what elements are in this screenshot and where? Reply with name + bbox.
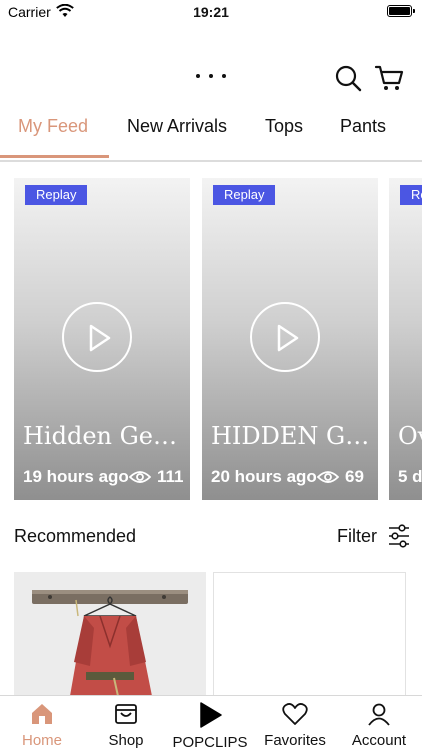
video-title: Hidden Gem... (23, 422, 190, 450)
heart-icon (282, 702, 308, 731)
eye-icon (128, 469, 152, 490)
nav-account[interactable]: Account (346, 696, 412, 750)
tabs-divider (0, 160, 422, 162)
nav-shop[interactable]: Shop (96, 696, 156, 750)
video-card[interactable]: Re Ov 5 d (389, 178, 422, 500)
filter-sliders-icon[interactable] (388, 524, 410, 553)
product-card[interactable] (213, 572, 406, 696)
nav-popclips-label: POPCLIPS (172, 734, 248, 750)
nav-account-label: Account (351, 732, 407, 749)
nav-home-label: Home (21, 732, 62, 749)
nav-popclips[interactable]: POPCLIPS (172, 696, 248, 750)
tab-pants[interactable]: Pants (340, 116, 386, 137)
nav-home[interactable]: Home (12, 696, 72, 750)
recommended-heading: Recommended (14, 526, 137, 546)
status-bar: Carrier 19:21 (0, 0, 422, 26)
product-image (14, 572, 206, 696)
video-time-ago: 20 hours ago (211, 467, 317, 486)
video-card[interactable]: Replay Hidden Gem... 19 hours ago 111 (14, 178, 190, 500)
bottom-navigation: Home Shop POPCLIPS Favorites Account (0, 695, 422, 750)
nav-shop-label: Shop (108, 732, 144, 749)
search-icon[interactable] (334, 64, 362, 92)
replay-badge: Re (400, 185, 422, 205)
play-icon[interactable] (250, 302, 320, 372)
home-icon (30, 702, 54, 731)
video-time-ago: 19 hours ago (23, 467, 129, 486)
play-icon[interactable] (62, 302, 132, 372)
video-title: HIDDEN GE... (211, 422, 378, 450)
replay-badge: Replay (213, 185, 276, 205)
video-time-ago: 5 d (398, 467, 422, 486)
more-options-icon[interactable] (196, 66, 226, 86)
view-count: 111 (157, 467, 184, 486)
tab-tops[interactable]: Tops (265, 116, 303, 137)
product-card[interactable] (14, 572, 206, 696)
status-time: 19:21 (193, 4, 229, 20)
active-tab-indicator (0, 155, 109, 158)
shop-icon (114, 702, 138, 731)
replay-badge: Replay (25, 185, 88, 205)
filter-button[interactable]: Filter (337, 526, 377, 547)
nav-favorites-label: Favorites (264, 732, 326, 749)
video-title: Ov (398, 422, 422, 450)
nav-favorites[interactable]: Favorites (260, 696, 330, 750)
person-icon (367, 702, 391, 731)
play-icon (198, 702, 222, 733)
tab-my-feed[interactable]: My Feed (18, 116, 88, 137)
view-count: 69 (345, 467, 364, 486)
category-tabs: My Feed New Arrivals Tops Pants (0, 104, 422, 160)
cart-icon[interactable] (374, 64, 404, 92)
top-header (0, 58, 422, 98)
video-card[interactable]: Replay HIDDEN GE... 20 hours ago 69 (202, 178, 378, 500)
battery-icon (387, 5, 415, 17)
tab-new-arrivals[interactable]: New Arrivals (127, 116, 227, 137)
eye-icon (316, 469, 340, 490)
